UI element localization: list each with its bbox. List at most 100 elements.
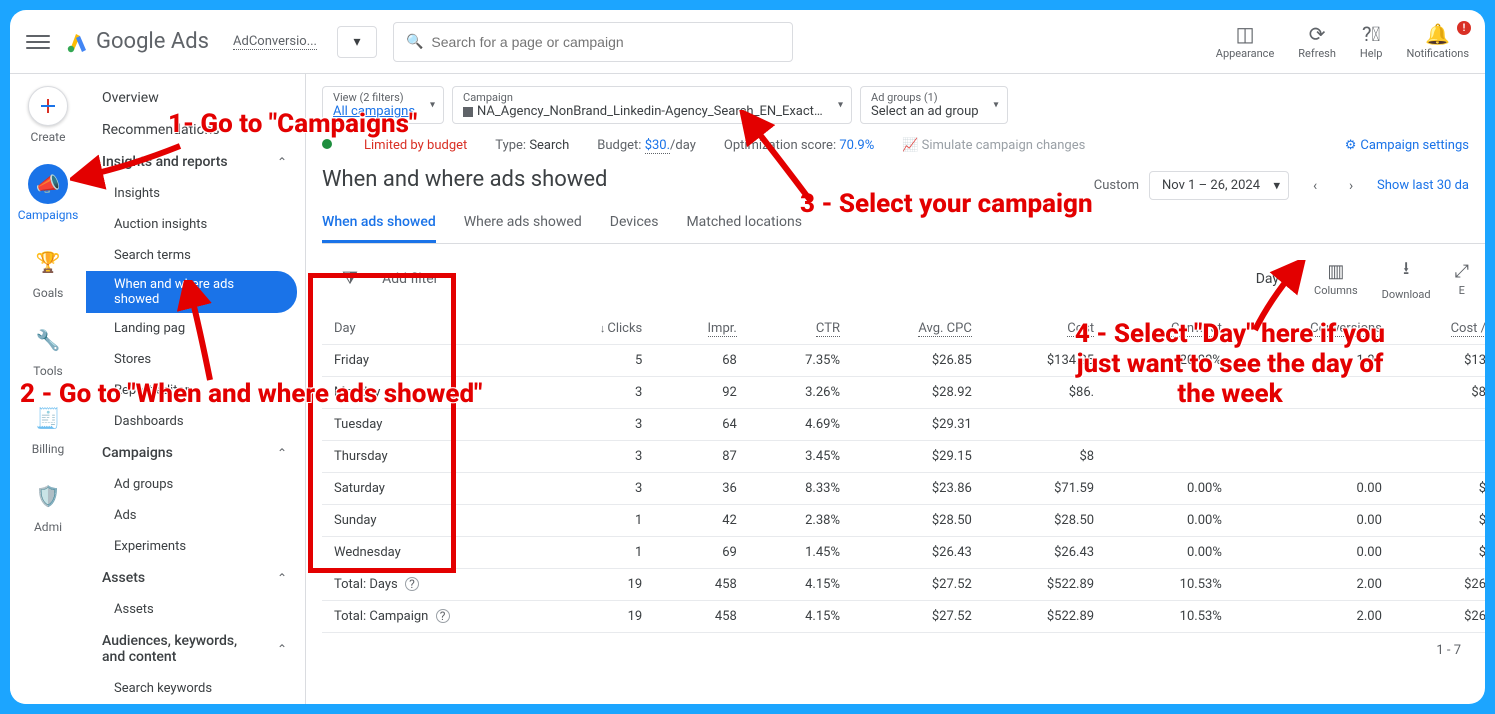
columns-icon: ▥ [1327, 261, 1344, 282]
sidebar-overview[interactable]: Overview [86, 82, 305, 114]
status-limited: Limited by budget [364, 138, 467, 153]
rail-billing[interactable]: 🧾 Billing [28, 398, 68, 456]
rail-create[interactable]: Create [28, 86, 68, 144]
megaphone-icon: 📣 [28, 164, 68, 204]
opt-score-link[interactable]: 70.9% [839, 138, 874, 153]
tab-when[interactable]: When ads showed [322, 204, 436, 243]
help-icon: ?⃝ [1362, 23, 1380, 45]
search-icon: 🔍 [406, 34, 423, 50]
data-table: Day ↓Clicks Impr. CTR Avg. CPC Cost Conv… [322, 313, 1485, 633]
sidebar-insights[interactable]: Insights [86, 178, 305, 209]
table-row[interactable]: Saturday3368.33%$23.86$71.590.00%0.00$ [322, 473, 1485, 505]
sidebar: Overview Recommendations Insights and re… [86, 74, 306, 704]
menu-icon[interactable] [26, 30, 50, 54]
sidebar-assets-group[interactable]: Assets⌃ [86, 562, 305, 594]
search-campaign-icon [463, 107, 473, 117]
sidebar-search-terms[interactable]: Search terms [86, 240, 305, 271]
rail-admin[interactable]: 🛡️ Admi [28, 476, 68, 534]
sidebar-auction-insights[interactable]: Auction insights [86, 209, 305, 240]
campaign-status-row: Limited by budget Type: Search Budget: $… [322, 132, 1485, 167]
sidebar-experiments[interactable]: Experiments [86, 531, 305, 562]
download-button[interactable]: ⭳ Download [1382, 256, 1431, 301]
table-row[interactable]: Wednesday1691.45%$26.43$26.430.00%0.00$ [322, 537, 1485, 569]
logo[interactable]: Google Ads [66, 29, 209, 54]
sidebar-landing-pages[interactable]: Landing pag [86, 313, 305, 344]
col-costper[interactable]: Cost / [1398, 313, 1485, 345]
sidebar-ads[interactable]: Ads [86, 500, 305, 531]
app-window: Google Ads AdConversio... ▾ 🔍 ◫ Appearan… [10, 10, 1485, 704]
campaign-selector[interactable]: Campaign NA_Agency_NonBrand_Linkedin-Age… [452, 86, 852, 124]
columns-button[interactable]: ▥ Columns [1314, 261, 1358, 297]
table-row[interactable]: Thursday3873.45%$29.15$8 [322, 441, 1485, 473]
sidebar-stores[interactable]: Stores [86, 344, 305, 375]
show-last-link[interactable]: Show last 30 da [1377, 178, 1469, 193]
col-impr[interactable]: Impr. [658, 313, 753, 345]
col-crate[interactable]: Conv. rat [1110, 313, 1238, 345]
chevron-down-icon: ▾ [430, 100, 435, 111]
account-switcher[interactable]: ▾ [337, 26, 377, 58]
tab-devices[interactable]: Devices [610, 204, 659, 243]
help-button[interactable]: ?⃝ Help [1360, 23, 1383, 60]
date-prev-button[interactable]: ‹ [1299, 170, 1331, 202]
budget-link[interactable]: $30. [645, 138, 670, 154]
table-row[interactable]: Friday5687.35%$26.85$134.2520.00%1.00$13 [322, 345, 1485, 377]
plus-icon [28, 86, 68, 126]
trophy-icon: 🏆 [28, 242, 68, 282]
col-cost[interactable]: Cost [988, 313, 1110, 345]
sidebar-campaigns-group[interactable]: Campaigns⌃ [86, 437, 305, 469]
rail-campaigns[interactable]: 📣 Campaigns [18, 164, 79, 222]
appearance-button[interactable]: ◫ Appearance [1216, 23, 1275, 60]
col-clicks[interactable]: ↓Clicks [544, 313, 659, 345]
col-ctr[interactable]: CTR [753, 313, 856, 345]
segment-dropdown[interactable]: Day ▾ [1256, 271, 1290, 287]
expand-button[interactable]: ⤢ E [1455, 261, 1469, 297]
view-selector[interactable]: View (2 filters) All campaigns ▾ [322, 86, 444, 124]
shield-icon: 🛡️ [28, 476, 68, 516]
sidebar-audiences-kw[interactable]: Audiences, keywords, and content⌃ [86, 625, 305, 673]
refresh-button[interactable]: ⟳ Refresh [1298, 23, 1336, 60]
notifications-button[interactable]: 🔔 ! Notifications [1406, 23, 1469, 60]
search-box[interactable]: 🔍 [393, 22, 793, 62]
alert-badge: ! [1457, 21, 1471, 35]
bell-icon: 🔔 [1425, 23, 1450, 45]
page-title: When and where ads showed [322, 167, 607, 192]
chevron-down-icon: ▾ [1283, 271, 1290, 287]
sidebar-ad-groups[interactable]: Ad groups [86, 469, 305, 500]
date-next-button[interactable]: › [1335, 170, 1367, 202]
table-row[interactable]: Tuesday3644.69%$29.31 [322, 409, 1485, 441]
tab-matched[interactable]: Matched locations [686, 204, 802, 243]
top-bar: Google Ads AdConversio... ▾ 🔍 ◫ Appearan… [10, 10, 1485, 74]
tabs: When ads showed Where ads showed Devices… [322, 204, 1485, 244]
col-day[interactable]: Day [322, 313, 544, 345]
col-conv[interactable]: Conversions [1238, 313, 1398, 345]
date-picker-area: Custom Nov 1 – 26, 2024 ▾ ‹ › Show last … [1094, 170, 1469, 202]
main-content: View (2 filters) All campaigns ▾ Campaig… [306, 74, 1485, 704]
expand-icon: ⤢ [1455, 261, 1469, 282]
campaign-settings-link[interactable]: ⚙Campaign settings [1345, 138, 1469, 153]
sort-desc-icon: ↓ [600, 322, 606, 335]
sidebar-insights-reports[interactable]: Insights and reports⌃ [86, 146, 305, 178]
rail-goals[interactable]: 🏆 Goals [28, 242, 68, 300]
add-filter-button[interactable]: Add filter [382, 271, 438, 287]
table-row[interactable]: Sunday1422.38%$28.50$28.500.00%0.00$ [322, 505, 1485, 537]
status-dot [322, 139, 332, 149]
chevron-down-icon: ▾ [353, 34, 360, 50]
sidebar-report-editor[interactable]: Report editor [86, 375, 305, 406]
col-cpc[interactable]: Avg. CPC [856, 313, 988, 345]
chevron-down-icon: ▾ [838, 100, 843, 111]
table-row[interactable]: Monday3923.26%$28.92$86.$8 [322, 377, 1485, 409]
search-input[interactable] [431, 34, 780, 50]
sidebar-recommendations[interactable]: Recommendations [86, 114, 305, 146]
tab-where[interactable]: Where ads showed [464, 204, 582, 243]
chevron-up-icon: ⌃ [277, 642, 287, 656]
filter-icon[interactable]: ⧩ [342, 268, 358, 289]
pagination: 1 - 7 [322, 633, 1485, 668]
adgroup-selector[interactable]: Ad groups (1) Select an ad group ▾ [860, 86, 1008, 124]
breadcrumb[interactable]: AdConversio... [233, 34, 317, 50]
sidebar-search-keywords[interactable]: Search keywords [86, 673, 305, 704]
rail-tools[interactable]: 🔧 Tools [28, 320, 68, 378]
sidebar-assets[interactable]: Assets [86, 594, 305, 625]
date-range-picker[interactable]: Nov 1 – 26, 2024 ▾ [1149, 171, 1289, 200]
sidebar-dashboards[interactable]: Dashboards [86, 406, 305, 437]
sidebar-when-where[interactable]: When and where ads showed [86, 271, 297, 313]
